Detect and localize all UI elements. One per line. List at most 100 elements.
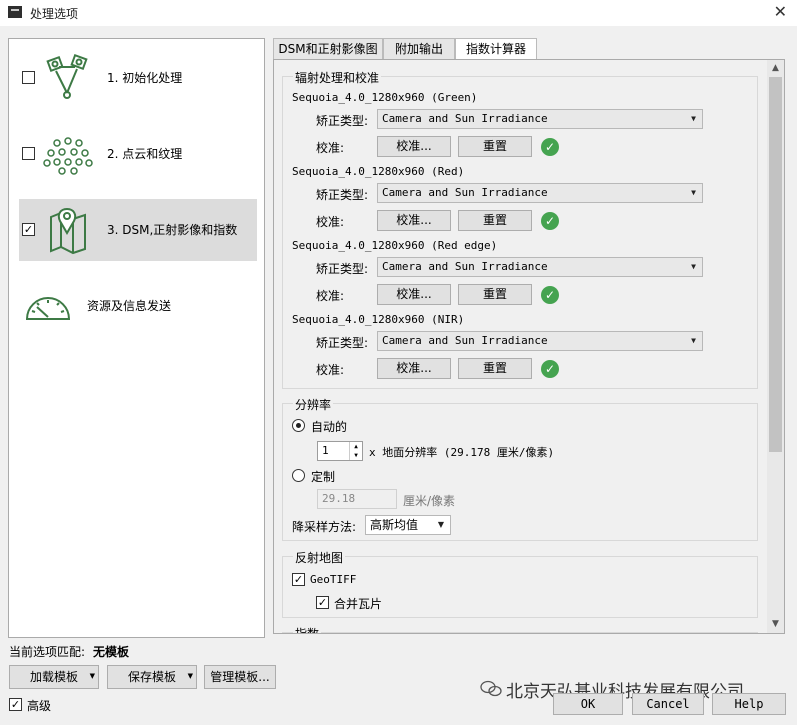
options-nav-panel: 1. 初始化处理 2. 点云和纹理 ✓ 3. DSM,正射影像和指数 资源及信息…	[8, 38, 265, 638]
gauge-icon	[25, 297, 71, 320]
tab-additional-outputs[interactable]: 附加输出	[383, 38, 455, 60]
advanced-checkbox[interactable]: ✓	[9, 698, 22, 711]
manage-template-button[interactable]: 管理模板...	[204, 665, 276, 689]
downsample-value: 高斯均值	[370, 518, 419, 532]
nav-checkbox-dsm[interactable]: ✓	[22, 223, 35, 236]
reset-button-nir[interactable]: 重置	[458, 358, 532, 379]
nav-item-dsm-orthomosaic[interactable]: ✓ 3. DSM,正射影像和指数	[19, 199, 257, 261]
check-status-icon: ✓	[541, 212, 559, 230]
custom-label: 定制	[311, 470, 336, 484]
resolution-group: 分辨率 自动的 1 ▲ ▼ x 地面分辨率 (29.178 厘米/像素) 定制 2…	[282, 396, 758, 541]
correction-select-red-edge[interactable]: Camera and Sun Irradiance ▼	[377, 257, 703, 277]
custom-unit: 厘米/像素	[403, 494, 456, 508]
radiometry-group: 辐射处理和校准 Sequoia_4.0_1280x960 (Green) 矫正类…	[282, 69, 758, 389]
gsd-text: x 地面分辨率 (29.178 厘米/像素)	[369, 446, 555, 459]
window-title: 处理选项	[30, 7, 79, 21]
wechat-icon	[480, 680, 502, 697]
template-match-label: 当前选项匹配:	[9, 645, 86, 659]
calibration-label: 校准:	[316, 363, 345, 377]
calibrate-button-green[interactable]: 校准...	[377, 136, 451, 157]
scroll-down-icon[interactable]: ▼	[767, 616, 784, 633]
correction-value: Camera and Sun Irradiance	[382, 334, 548, 347]
nav-label-initial-processing: 1. 初始化处理	[107, 71, 183, 85]
check-status-icon: ✓	[541, 286, 559, 304]
correction-value: Camera and Sun Irradiance	[382, 186, 548, 199]
geotiff-checkbox[interactable]: ✓	[292, 573, 305, 586]
save-template-button[interactable]: 保存模板 ▼	[107, 665, 197, 689]
custom-resolution-input[interactable]: 29.18	[317, 489, 397, 509]
check-status-icon: ✓	[541, 360, 559, 378]
band-name-green: Sequoia_4.0_1280x960 (Green)	[292, 91, 478, 104]
radiometry-title: 辐射处理和校准	[293, 69, 382, 86]
tab-dsm-orthomosaic[interactable]: DSM和正射影像图	[273, 38, 383, 60]
multiplier-value: 1	[322, 444, 329, 457]
tab-index-calculator[interactable]: 指数计算器	[455, 38, 537, 61]
save-template-label: 保存模板	[127, 670, 176, 684]
advanced-label: 高级	[27, 699, 52, 713]
reflectance-title: 反射地图	[293, 549, 346, 566]
correction-label: 矫正类型:	[316, 262, 369, 276]
map-pin-icon	[50, 207, 86, 255]
nav-label-dsm: 3. DSM,正射影像和指数	[107, 223, 238, 237]
ok-button[interactable]: OK	[553, 693, 623, 715]
merge-tiles-label: 合并瓦片	[334, 597, 383, 611]
chevron-down-icon: ▼	[691, 188, 696, 197]
auto-radio[interactable]	[292, 419, 305, 432]
reset-button-red-edge[interactable]: 重置	[458, 284, 532, 305]
watermark-text: 北京天弘基业科技发展有限公司	[506, 682, 744, 702]
nav-label-point-cloud: 2. 点云和纹理	[107, 147, 183, 161]
chevron-down-icon: ▼	[187, 672, 193, 680]
reset-button-green[interactable]: 重置	[458, 136, 532, 157]
multiplier-spinbox[interactable]: 1 ▲ ▼	[317, 441, 363, 461]
calibrate-button-red-edge[interactable]: 校准...	[377, 284, 451, 305]
camera-network-icon	[46, 53, 88, 99]
chevron-down-icon: ▼	[691, 336, 696, 345]
correction-value: Camera and Sun Irradiance	[382, 112, 548, 125]
band-name-red-edge: Sequoia_4.0_1280x960 (Red edge)	[292, 239, 498, 252]
nav-label-resources: 资源及信息发送	[87, 299, 172, 313]
app-icon	[8, 6, 22, 18]
reset-button-red[interactable]: 重置	[458, 210, 532, 231]
cancel-button[interactable]: Cancel	[632, 693, 704, 715]
downsample-select[interactable]: 高斯均值 ▼	[365, 515, 451, 535]
nav-item-resources[interactable]: 资源及信息发送	[19, 275, 257, 337]
correction-label: 矫正类型:	[316, 188, 369, 202]
resolution-title: 分辨率	[293, 396, 334, 413]
nav-item-point-cloud[interactable]: 2. 点云和纹理	[19, 123, 257, 185]
geotiff-label: GeoTIFF	[310, 573, 357, 586]
chevron-down-icon: ▼	[691, 262, 696, 271]
correction-select-nir[interactable]: Camera and Sun Irradiance ▼	[377, 331, 703, 351]
nav-checkbox-point-cloud[interactable]	[22, 147, 35, 160]
chevron-down-icon: ▼	[89, 672, 95, 680]
load-template-label: 加载模板	[29, 670, 78, 684]
index-group: 指数	[282, 625, 758, 633]
help-button[interactable]: Help	[712, 693, 786, 715]
calibration-label: 校准:	[316, 289, 345, 303]
calibration-label: 校准:	[316, 141, 345, 155]
nav-item-initial-processing[interactable]: 1. 初始化处理	[19, 47, 257, 109]
correction-value: Camera and Sun Irradiance	[382, 260, 548, 273]
index-title: 指数	[293, 625, 322, 633]
scrollbar[interactable]: ▲ ▼	[767, 60, 784, 633]
load-template-button[interactable]: 加载模板 ▼	[9, 665, 99, 689]
chevron-down-icon: ▼	[691, 114, 696, 123]
custom-radio[interactable]	[292, 469, 305, 482]
close-icon[interactable]: ✕	[774, 3, 787, 21]
chevron-down-icon: ▼	[437, 520, 444, 529]
title-bar: 处理选项 ✕	[0, 0, 797, 26]
template-match-value: 无模板	[93, 645, 130, 659]
correction-select-red[interactable]: Camera and Sun Irradiance ▼	[377, 183, 703, 203]
nav-checkbox-initial-processing[interactable]	[22, 71, 35, 84]
calibrate-button-red[interactable]: 校准...	[377, 210, 451, 231]
correction-label: 矫正类型:	[316, 336, 369, 350]
check-status-icon: ✓	[541, 138, 559, 156]
scrollbar-thumb[interactable]	[769, 77, 782, 452]
calibration-label: 校准:	[316, 215, 345, 229]
correction-label: 矫正类型:	[316, 114, 369, 128]
auto-label: 自动的	[311, 420, 348, 434]
calibrate-button-nir[interactable]: 校准...	[377, 358, 451, 379]
merge-tiles-checkbox[interactable]: ✓	[316, 596, 329, 609]
correction-select-green[interactable]: Camera and Sun Irradiance ▼	[377, 109, 703, 129]
spin-arrows-icon[interactable]: ▲ ▼	[349, 442, 362, 460]
scroll-up-icon[interactable]: ▲	[767, 60, 784, 77]
